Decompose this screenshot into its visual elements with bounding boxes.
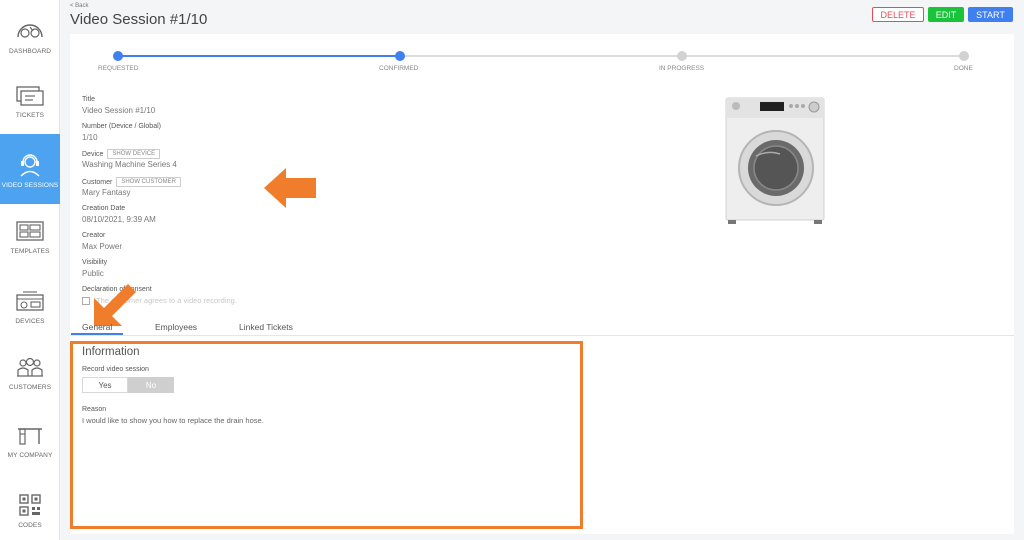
creation-date-label: Creation Date xyxy=(82,205,126,212)
visibility-value: Public xyxy=(82,269,104,278)
information-title: Information xyxy=(82,346,140,358)
nav-dashboard[interactable]: DASHBOARD xyxy=(0,0,60,70)
devices-icon xyxy=(13,286,47,316)
creation-date-value: 08/10/2021, 9:39 AM xyxy=(82,215,156,224)
visibility-label: Visibility xyxy=(82,259,108,266)
back-link[interactable]: < Back xyxy=(70,3,89,9)
nav-label: DASHBOARD xyxy=(8,47,52,55)
step-dot-requested xyxy=(113,51,123,61)
nav-my-company[interactable]: MY COMPANY xyxy=(0,404,60,474)
device-value: Washing Machine Series 4 xyxy=(82,160,177,169)
nav-label: DEVICES xyxy=(15,317,45,325)
delete-button[interactable]: DELETE xyxy=(872,7,924,22)
nav-video-sessions[interactable]: VIDEO SESSIONS xyxy=(0,134,60,204)
customer-label-row: Customer SHOW CUSTOMER xyxy=(82,177,181,187)
step-dot-confirmed xyxy=(395,51,405,61)
tabs-divider xyxy=(70,335,1014,336)
edit-button[interactable]: EDIT xyxy=(928,7,964,22)
nav-label: VIDEO SESSIONS xyxy=(1,181,59,189)
record-no-option[interactable]: No xyxy=(128,377,174,393)
creator-value: Max Power xyxy=(82,242,123,251)
show-device-button[interactable]: SHOW DEVICE xyxy=(107,149,161,159)
tab-employees[interactable]: Employees xyxy=(155,322,197,332)
headset-agent-icon xyxy=(13,150,47,180)
nav-label: MY COMPANY xyxy=(7,451,53,459)
nav-devices[interactable]: DEVICES xyxy=(0,270,60,340)
tickets-icon xyxy=(13,80,47,110)
nav-label: CUSTOMERS xyxy=(8,383,52,391)
company-desk-icon xyxy=(13,420,47,450)
reason-value: I would like to show you how to replace … xyxy=(82,416,264,425)
step-label-confirmed: CONFIRMED xyxy=(379,65,419,72)
step-dot-in-progress xyxy=(677,51,687,61)
annotation-arrow-left-icon xyxy=(264,168,318,213)
show-customer-button[interactable]: SHOW CUSTOMER xyxy=(116,177,181,187)
number-label: Number (Device / Global) xyxy=(82,123,161,130)
dashboard-icon xyxy=(13,16,47,46)
creator-label: Creator xyxy=(82,232,106,239)
device-label-row: Device SHOW DEVICE xyxy=(82,149,161,159)
customer-label: Customer xyxy=(82,178,113,186)
step-dot-done xyxy=(959,51,969,61)
nav-label: TEMPLATES xyxy=(10,247,50,255)
record-video-label: Record video session xyxy=(82,366,149,373)
nav-customers[interactable]: CUSTOMERS xyxy=(0,336,60,406)
progress-line-done xyxy=(118,55,400,57)
reason-label: Reason xyxy=(82,406,107,413)
tab-general[interactable]: General xyxy=(82,322,112,332)
title-value: Video Session #1/10 xyxy=(82,106,156,115)
nav-templates[interactable]: TEMPLATES xyxy=(0,200,60,270)
consent-checkbox[interactable] xyxy=(82,296,90,305)
number-value: 1/10 xyxy=(82,133,98,142)
tab-active-indicator xyxy=(71,333,123,335)
sidebar: DASHBOARD TICKETS VIDEO SESSIONS TEMPLAT… xyxy=(0,0,60,540)
qr-code-icon xyxy=(13,490,47,520)
customers-icon xyxy=(13,352,47,382)
step-label-done: DONE xyxy=(954,65,973,72)
device-label: Device xyxy=(82,150,104,158)
customer-value: Mary Fantasy xyxy=(82,188,131,197)
record-yes-option[interactable]: Yes xyxy=(82,377,128,393)
start-button[interactable]: START xyxy=(968,7,1013,22)
page-title: Video Session #1/10 xyxy=(70,11,208,28)
step-label-requested: REQUESTED xyxy=(98,65,139,72)
nav-label: CODES xyxy=(18,521,42,529)
title-label: Title xyxy=(82,96,95,103)
tab-linked-tickets[interactable]: Linked Tickets xyxy=(239,322,293,332)
nav-tickets[interactable]: TICKETS xyxy=(0,64,60,134)
step-label-in-progress: IN PROGRESS xyxy=(659,65,705,72)
templates-icon xyxy=(13,216,47,246)
nav-codes[interactable]: CODES xyxy=(0,474,60,540)
device-image xyxy=(724,94,828,231)
nav-label: TICKETS xyxy=(15,111,45,119)
